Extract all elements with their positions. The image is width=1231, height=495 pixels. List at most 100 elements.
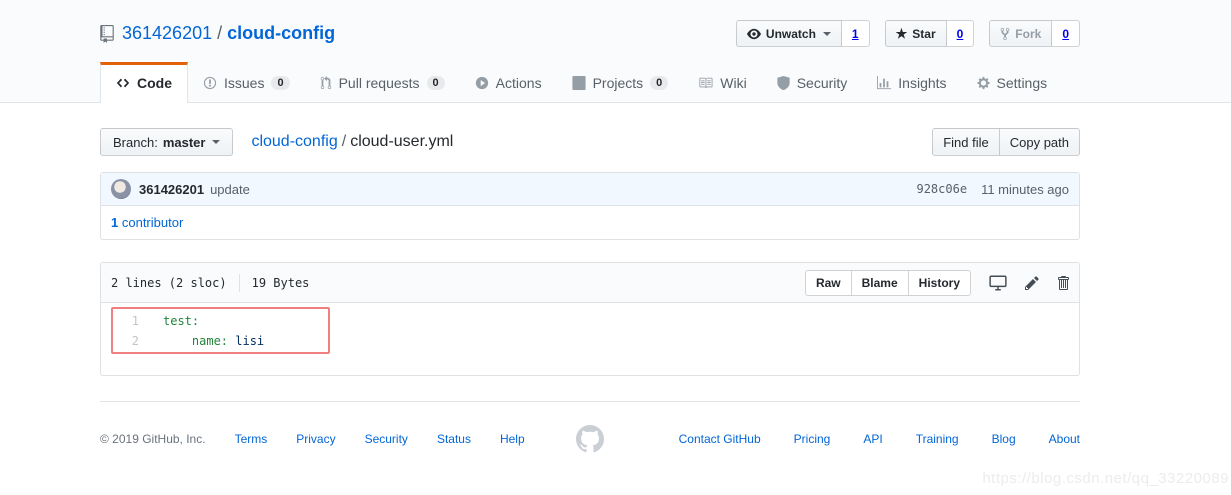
code-content: 1 test: 2 name: lisi [101, 303, 1079, 375]
tab-issues[interactable]: Issues 0 [188, 62, 305, 102]
star-group: ★ Star 0 [884, 20, 975, 47]
tab-insights[interactable]: Insights [862, 62, 961, 102]
caret-down-icon [822, 31, 831, 36]
commit-tease: 361426201 update 928c06e 11 minutes ago [101, 173, 1079, 206]
eye-icon [746, 27, 761, 41]
tab-wiki[interactable]: Wiki [683, 62, 761, 102]
footer-link-security[interactable]: Security [365, 432, 408, 446]
tab-projects[interactable]: Projects 0 [557, 62, 684, 102]
history-button[interactable]: History [908, 269, 971, 296]
commit-sha-link[interactable]: 928c06e [916, 182, 967, 196]
tab-security-label: Security [796, 75, 848, 91]
tab-actions[interactable]: Actions [460, 62, 557, 102]
repo-icon [100, 24, 114, 43]
page-footer: © 2019 GitHub, Inc. Terms Privacy Securi… [100, 401, 1080, 453]
tab-projects-label: Projects [592, 75, 644, 91]
contributors-row: 1 contributor [101, 206, 1079, 239]
latest-commit-box: 361426201 update 928c06e 11 minutes ago … [100, 172, 1080, 240]
breadcrumb-file-name: cloud-user.yml [350, 133, 454, 150]
branch-select-button[interactable]: Branch: master [100, 128, 234, 156]
line-number[interactable]: 1 [101, 311, 151, 331]
footer-link-privacy[interactable]: Privacy [296, 432, 335, 446]
tab-code-label: Code [137, 75, 172, 91]
tab-wiki-label: Wiki [720, 75, 747, 91]
tab-settings[interactable]: Settings [962, 62, 1063, 102]
commit-timestamp: 11 minutes ago [981, 181, 1069, 197]
repo-name-link[interactable]: cloud-config [227, 23, 335, 44]
code-line: 2 name: lisi [101, 331, 1079, 351]
pull-requests-counter: 0 [426, 76, 445, 90]
unwatch-button[interactable]: Unwatch [735, 20, 842, 47]
forks-count[interactable]: 0 [1052, 20, 1080, 47]
footer-link-api[interactable]: API [863, 432, 882, 446]
edit-file-button[interactable] [1025, 275, 1039, 291]
file-size-info: 19 Bytes [251, 275, 310, 290]
file-actions: Raw Blame History [804, 269, 1069, 296]
star-icon: ★ [895, 26, 908, 41]
tab-issues-label: Issues [224, 75, 265, 91]
page-header: 361426201 / cloud-config Unwatch 1 ★ Sta… [0, 0, 1231, 103]
code-line: 1 test: [101, 311, 1079, 331]
issue-opened-icon [203, 76, 217, 90]
breadcrumb: cloud-config / cloud-user.yml [251, 133, 453, 151]
footer-left-links: © 2019 GitHub, Inc. Terms Privacy Securi… [100, 432, 525, 446]
tab-security[interactable]: Security [762, 62, 863, 102]
pencil-icon [1025, 275, 1039, 291]
yaml-value: lisi [228, 334, 265, 348]
tab-code[interactable]: Code [100, 62, 188, 103]
star-label: Star [912, 26, 936, 41]
delete-file-button[interactable] [1057, 275, 1069, 291]
contributors-label: contributor [121, 215, 184, 230]
copy-path-button[interactable]: Copy path [999, 128, 1080, 156]
blame-button[interactable]: Blame [851, 269, 909, 296]
fork-icon [1000, 27, 1010, 41]
footer-link-terms[interactable]: Terms [235, 432, 268, 446]
bar-graph-icon [877, 76, 892, 90]
avatar[interactable] [111, 179, 131, 199]
divider [238, 273, 240, 292]
star-button[interactable]: ★ Star [884, 20, 947, 47]
repo-social-actions: Unwatch 1 ★ Star 0 Fork 0 [735, 20, 1080, 47]
breadcrumb-separator: / [341, 133, 347, 150]
footer-link-help[interactable]: Help [500, 432, 525, 446]
shield-icon [777, 76, 790, 90]
gear-icon [976, 76, 990, 90]
contributors-link[interactable]: 1 contributor [111, 215, 183, 230]
footer-link-blog[interactable]: Blog [992, 432, 1016, 446]
footer-link-status[interactable]: Status [437, 432, 471, 446]
watchers-count[interactable]: 1 [841, 20, 870, 47]
play-circle-icon [475, 76, 489, 90]
trash-icon [1057, 275, 1069, 291]
tab-pull-requests[interactable]: Pull requests 0 [305, 62, 460, 102]
repo-owner-link[interactable]: 361426201 [122, 23, 212, 44]
tab-insights-label: Insights [898, 75, 947, 91]
issues-counter: 0 [271, 76, 290, 90]
file-lines-info: 2 lines (2 sloc) [111, 275, 227, 290]
caret-down-icon [212, 140, 221, 144]
branch-prefix: Branch: [113, 134, 158, 150]
line-number[interactable]: 2 [101, 331, 151, 351]
breadcrumb-repo-link[interactable]: cloud-config [251, 133, 337, 150]
github-logo-icon[interactable] [576, 425, 604, 453]
footer-link-pricing[interactable]: Pricing [794, 432, 831, 446]
commit-message-link[interactable]: update [210, 182, 250, 197]
yaml-key: test: [163, 314, 200, 328]
tab-settings-label: Settings [996, 75, 1048, 91]
footer-link-about[interactable]: About [1049, 432, 1080, 446]
fork-group: Fork 0 [989, 20, 1080, 47]
open-in-desktop-button[interactable] [989, 275, 1007, 291]
footer-link-contact[interactable]: Contact GitHub [679, 432, 761, 446]
branch-name: master [162, 134, 206, 150]
contributors-count: 1 [111, 215, 119, 230]
stars-count[interactable]: 0 [946, 20, 975, 47]
fork-label: Fork [1015, 26, 1042, 41]
find-file-button[interactable]: Find file [932, 128, 1000, 156]
code-icon [116, 76, 130, 90]
git-pull-request-icon [320, 76, 332, 90]
yaml-key: name: [163, 334, 229, 348]
fork-button[interactable]: Fork [989, 20, 1053, 47]
watch-group: Unwatch 1 [735, 20, 870, 47]
commit-author-link[interactable]: 361426201 [139, 182, 204, 197]
raw-button[interactable]: Raw [804, 269, 852, 296]
footer-link-training[interactable]: Training [916, 432, 959, 446]
